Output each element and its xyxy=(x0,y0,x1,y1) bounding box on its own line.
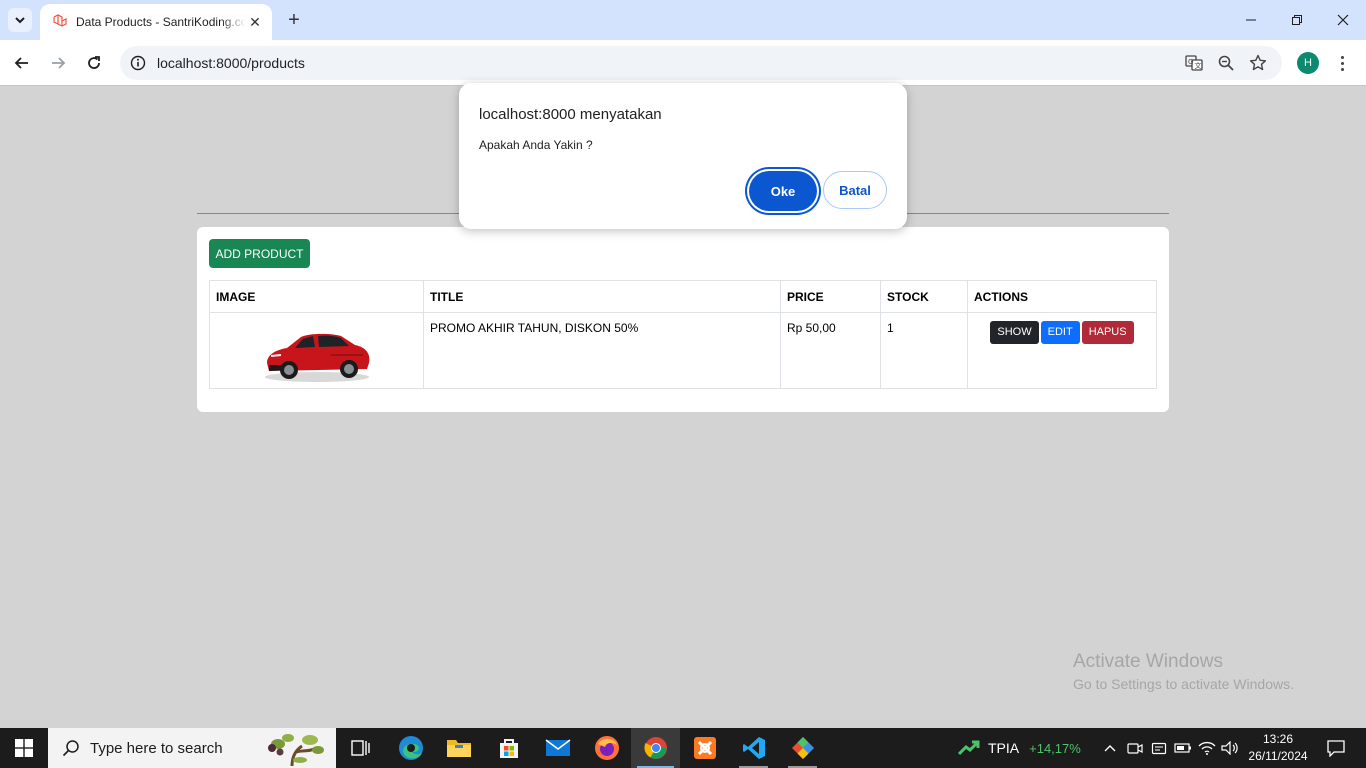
taskbar-store[interactable] xyxy=(484,728,533,768)
new-tab-button[interactable]: + xyxy=(282,8,306,32)
task-view-icon xyxy=(350,740,370,756)
tray-chevron-up-icon[interactable] xyxy=(1100,728,1120,768)
reload-icon xyxy=(88,56,100,69)
stock-trend-up-icon xyxy=(958,740,980,756)
folder-icon xyxy=(446,740,471,757)
edit-button[interactable]: EDIT xyxy=(1040,321,1080,344)
chrome-icon xyxy=(643,737,667,759)
taskbar-git[interactable] xyxy=(778,728,827,768)
close-tab-icon[interactable]: ✕ xyxy=(246,13,264,31)
product-title: PROMO AKHIR TAHUN, DISKON 50% xyxy=(423,312,781,389)
windows-logo-icon xyxy=(15,739,33,757)
dialog-ok-button[interactable]: Oke xyxy=(749,171,817,211)
notification-app-icon[interactable] xyxy=(1148,728,1170,768)
search-icon xyxy=(62,740,79,757)
wifi-icon[interactable] xyxy=(1196,728,1218,768)
taskbar-clock[interactable]: 13:26 26/11/2024 xyxy=(1240,731,1316,765)
reload-button[interactable] xyxy=(80,49,108,77)
meet-now-icon[interactable] xyxy=(1124,728,1146,768)
svg-text:G: G xyxy=(1188,58,1193,66)
vscode-icon xyxy=(742,737,765,759)
stock-widget[interactable]: TPIA +14,17% xyxy=(958,728,1081,768)
dialog-message: Apakah Anda Yakin ? xyxy=(479,138,593,152)
task-view-button[interactable] xyxy=(336,728,385,768)
product-price: Rp 50,00 xyxy=(780,312,881,389)
dialog-cancel-button[interactable]: Batal xyxy=(823,171,887,209)
address-bar[interactable]: localhost:8000/products xyxy=(120,46,1282,80)
clock-time: 13:26 xyxy=(1262,732,1294,746)
taskbar-edge[interactable] xyxy=(386,728,435,768)
products-card: ADD PRODUCT IMAGE TITLE PRICE STOCK ACTI… xyxy=(197,227,1169,412)
taskbar-xampp[interactable] xyxy=(680,728,729,768)
stock-change: +14,17% xyxy=(1029,740,1081,756)
search-highlight-olive-icon xyxy=(268,734,324,766)
add-product-button[interactable]: ADD PRODUCT xyxy=(209,239,310,268)
watermark-title: Activate Windows xyxy=(1073,651,1223,672)
forward-arrow-icon xyxy=(52,57,66,69)
chevron-down-icon xyxy=(15,17,25,24)
edge-icon xyxy=(398,736,423,760)
show-button[interactable]: SHOW xyxy=(990,321,1039,344)
taskbar-firefox[interactable] xyxy=(582,728,631,768)
xampp-icon xyxy=(693,737,716,759)
notification-icon xyxy=(1327,740,1345,757)
restore-button[interactable] xyxy=(1274,0,1320,40)
git-icon xyxy=(791,737,814,759)
translate-icon[interactable]: G文 xyxy=(1184,53,1204,73)
delete-button[interactable]: HAPUS xyxy=(1081,321,1134,344)
taskbar-file-explorer[interactable] xyxy=(434,728,483,768)
activate-windows-watermark: Activate Windows Go to Settings to activ… xyxy=(1073,651,1294,692)
profile-avatar[interactable]: H xyxy=(1297,52,1319,74)
product-image-cell xyxy=(209,312,424,389)
column-header-actions: ACTIONS xyxy=(967,280,1157,313)
table-header-row: IMAGE TITLE PRICE STOCK ACTIONS xyxy=(209,280,1157,313)
table-row: PROMO AKHIR TAHUN, DISKON 50% Rp 50,00 1… xyxy=(209,312,1157,389)
battery-icon[interactable] xyxy=(1172,728,1194,768)
svg-text:文: 文 xyxy=(1195,61,1202,70)
browser-menu-icon[interactable] xyxy=(1334,52,1350,74)
store-icon xyxy=(499,739,518,758)
site-info-icon[interactable] xyxy=(123,48,153,78)
firefox-icon xyxy=(594,736,619,760)
taskbar-search[interactable]: Type here to search xyxy=(48,728,336,768)
taskbar: Type here to search TPIA +14,17% 13:26 2… xyxy=(0,728,1366,768)
volume-icon[interactable] xyxy=(1219,728,1241,768)
clock-date: 26/11/2024 xyxy=(1248,749,1308,763)
tab-search-button[interactable] xyxy=(8,8,32,32)
mail-icon xyxy=(545,739,570,756)
products-table: IMAGE TITLE PRICE STOCK ACTIONS PROMO AK… xyxy=(209,280,1157,389)
browser-tab[interactable]: Data Products - SantriKoding.com ✕ xyxy=(40,4,272,40)
bookmark-star-icon[interactable] xyxy=(1248,53,1268,73)
column-header-title: TITLE xyxy=(423,280,781,313)
dialog-title: localhost:8000 menyatakan xyxy=(479,106,662,123)
product-actions: SHOW EDIT HAPUS xyxy=(967,312,1157,389)
forward-button[interactable] xyxy=(44,49,72,77)
taskbar-vscode[interactable] xyxy=(729,728,778,768)
column-header-price: PRICE xyxy=(780,280,881,313)
product-stock: 1 xyxy=(880,312,968,389)
back-button[interactable] xyxy=(8,49,36,77)
product-image-red-car xyxy=(264,333,369,382)
start-button[interactable] xyxy=(0,728,48,768)
back-arrow-icon xyxy=(14,57,28,69)
url-text: localhost:8000/products xyxy=(157,55,305,71)
tab-bar: Data Products - SantriKoding.com ✕ + xyxy=(0,0,1366,40)
column-header-image: IMAGE xyxy=(209,280,424,313)
search-placeholder: Type here to search xyxy=(90,739,223,757)
taskbar-chrome[interactable] xyxy=(631,728,680,768)
action-center-button[interactable] xyxy=(1316,728,1356,768)
close-window-button[interactable] xyxy=(1320,0,1366,40)
confirm-dialog: localhost:8000 menyatakan Apakah Anda Ya… xyxy=(459,83,907,229)
laravel-icon xyxy=(52,14,68,30)
tab-title: Data Products - SantriKoding.com xyxy=(76,15,246,29)
watermark-subtitle: Go to Settings to activate Windows. xyxy=(1073,676,1294,692)
taskbar-mail[interactable] xyxy=(533,728,582,768)
minimize-button[interactable] xyxy=(1228,0,1274,40)
browser-toolbar: localhost:8000/products G文 H xyxy=(0,40,1366,86)
column-header-stock: STOCK xyxy=(880,280,968,313)
stock-name: TPIA xyxy=(988,740,1020,756)
zoom-icon[interactable] xyxy=(1216,53,1236,73)
